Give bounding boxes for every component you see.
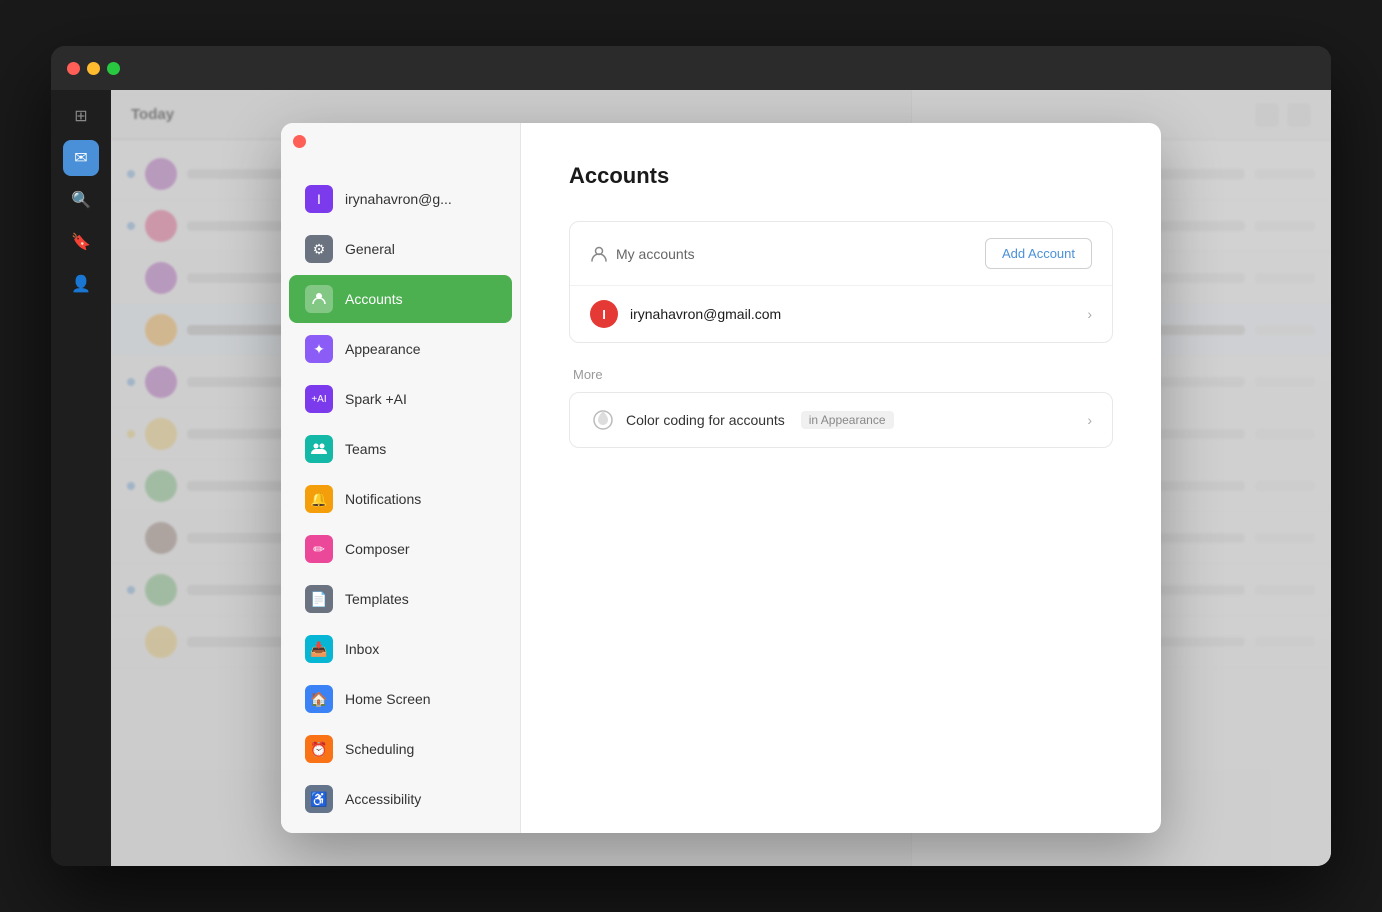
settings-item-label-appearance: Appearance bbox=[345, 341, 421, 357]
settings-item-label-profile: irynahavron@g... bbox=[345, 191, 452, 207]
teams-icon bbox=[305, 435, 333, 463]
settings-item-sparkai[interactable]: +AI Spark +AI bbox=[289, 375, 512, 423]
my-accounts-text: My accounts bbox=[616, 246, 695, 262]
settings-item-general[interactable]: ⚙ General bbox=[289, 225, 512, 273]
modal-overlay: I irynahavron@g... ⚙ General bbox=[111, 90, 1331, 866]
close-button[interactable] bbox=[67, 62, 80, 75]
app-body: ⊞ ✉ 🔍 🔖 👤 Today bbox=[51, 90, 1331, 866]
settings-item-homescreen[interactable]: 🏠 Home Screen bbox=[289, 675, 512, 723]
appearance-icon: ✦ bbox=[305, 335, 333, 363]
more-label: More bbox=[569, 367, 1113, 382]
homescreen-icon: 🏠 bbox=[305, 685, 333, 713]
settings-item-appearance[interactable]: ✦ Appearance bbox=[289, 325, 512, 373]
settings-item-swipes[interactable]: ↔ Swipes bbox=[289, 825, 512, 833]
page-title: Accounts bbox=[569, 163, 1113, 189]
titlebar bbox=[51, 46, 1331, 90]
add-account-button[interactable]: Add Account bbox=[985, 238, 1092, 269]
chevron-right-icon: › bbox=[1087, 306, 1092, 322]
accounts-icon bbox=[305, 285, 333, 313]
settings-item-label-accounts: Accounts bbox=[345, 291, 403, 307]
my-accounts-label: My accounts bbox=[590, 245, 695, 263]
account-avatar: I bbox=[590, 300, 618, 328]
account-row[interactable]: I irynahavron@gmail.com › bbox=[570, 286, 1112, 342]
sidebar-icon-mail[interactable]: ✉ bbox=[63, 140, 99, 176]
settings-item-label-accessibility: Accessibility bbox=[345, 791, 421, 807]
accounts-section-header: My accounts Add Account bbox=[570, 222, 1112, 286]
inbox-icon: 📥 bbox=[305, 635, 333, 663]
sparkai-icon: +AI bbox=[305, 385, 333, 413]
settings-item-composer[interactable]: ✏ Composer bbox=[289, 525, 512, 573]
color-coding-icon bbox=[590, 407, 616, 433]
settings-item-accessibility[interactable]: ♿ Accessibility bbox=[289, 775, 512, 823]
settings-item-templates[interactable]: 📄 Templates bbox=[289, 575, 512, 623]
sidebar-icon-home[interactable]: ⊞ bbox=[63, 98, 99, 134]
sidebar-icon-person[interactable]: 👤 bbox=[63, 266, 99, 302]
settings-content: Accounts My accounts bbox=[521, 123, 1161, 833]
maximize-button[interactable] bbox=[107, 62, 120, 75]
my-accounts-section: My accounts Add Account I irynahavron@gm… bbox=[569, 221, 1113, 343]
settings-item-inbox[interactable]: 📥 Inbox bbox=[289, 625, 512, 673]
settings-item-label-scheduling: Scheduling bbox=[345, 741, 414, 757]
settings-item-label-sparkai: Spark +AI bbox=[345, 391, 407, 407]
mac-window: ⊞ ✉ 🔍 🔖 👤 Today bbox=[51, 46, 1331, 866]
settings-item-profile[interactable]: I irynahavron@g... bbox=[289, 175, 512, 223]
icon-sidebar: ⊞ ✉ 🔍 🔖 👤 bbox=[51, 90, 111, 866]
color-coding-row[interactable]: Color coding for accounts in Appearance … bbox=[569, 392, 1113, 448]
color-coding-label: Color coding for accounts bbox=[626, 412, 785, 428]
traffic-lights bbox=[67, 62, 120, 75]
color-coding-chevron-icon: › bbox=[1087, 412, 1092, 428]
person-icon bbox=[590, 245, 608, 263]
settings-item-scheduling[interactable]: ⏰ Scheduling bbox=[289, 725, 512, 773]
accessibility-icon: ♿ bbox=[305, 785, 333, 813]
settings-item-label-templates: Templates bbox=[345, 591, 409, 607]
sidebar-icon-bookmark[interactable]: 🔖 bbox=[63, 224, 99, 260]
minimize-button[interactable] bbox=[87, 62, 100, 75]
account-email: irynahavron@gmail.com bbox=[630, 306, 781, 322]
settings-item-label-homescreen: Home Screen bbox=[345, 691, 431, 707]
settings-item-label-general: General bbox=[345, 241, 395, 257]
color-coding-left: Color coding for accounts in Appearance bbox=[590, 407, 894, 433]
scheduling-icon: ⏰ bbox=[305, 735, 333, 763]
general-icon: ⚙ bbox=[305, 235, 333, 263]
settings-sidebar: I irynahavron@g... ⚙ General bbox=[281, 123, 521, 833]
settings-item-label-teams: Teams bbox=[345, 441, 386, 457]
settings-modal: I irynahavron@g... ⚙ General bbox=[281, 123, 1161, 833]
notifications-icon: 🔔 bbox=[305, 485, 333, 513]
settings-item-label-inbox: Inbox bbox=[345, 641, 379, 657]
composer-icon: ✏ bbox=[305, 535, 333, 563]
email-list-area: Today bbox=[111, 90, 1331, 866]
settings-item-label-composer: Composer bbox=[345, 541, 410, 557]
settings-item-teams[interactable]: Teams bbox=[289, 425, 512, 473]
settings-item-notifications[interactable]: 🔔 Notifications bbox=[289, 475, 512, 523]
account-info: I irynahavron@gmail.com bbox=[590, 300, 781, 328]
sidebar-icon-search[interactable]: 🔍 bbox=[63, 182, 99, 218]
more-section: More Color coding for ac bbox=[569, 367, 1113, 448]
templates-icon: 📄 bbox=[305, 585, 333, 613]
settings-item-accounts[interactable]: Accounts bbox=[289, 275, 512, 323]
profile-icon: I bbox=[305, 185, 333, 213]
color-coding-badge: in Appearance bbox=[801, 411, 894, 429]
settings-item-label-notifications: Notifications bbox=[345, 491, 421, 507]
modal-close-button[interactable] bbox=[293, 135, 306, 148]
